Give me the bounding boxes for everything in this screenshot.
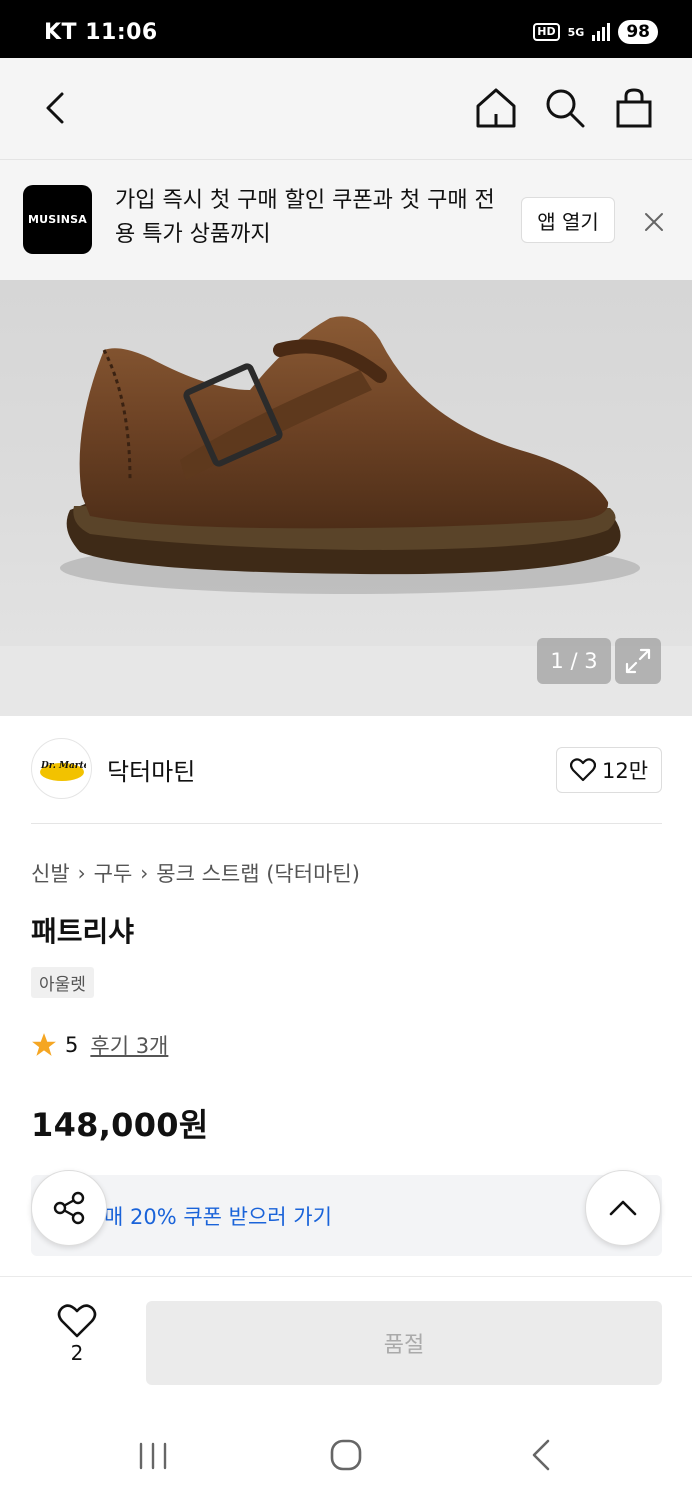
hd-voice-icon: HD: [533, 23, 560, 41]
wishlist-count: 2: [70, 1341, 84, 1365]
recent-apps-button[interactable]: [137, 1440, 169, 1472]
shoe-illustration: [60, 316, 640, 594]
rating-score: 5: [65, 1033, 79, 1057]
home-circle-icon: [330, 1439, 362, 1471]
divider: [31, 823, 662, 824]
breadcrumb-item[interactable]: 구두: [94, 858, 133, 888]
status-icons: HD 5G 98: [533, 20, 658, 44]
image-counter: 1 / 3: [537, 638, 611, 684]
breadcrumb: 신발 › 구두 › 몽크 스트랩 (닥터마틴): [31, 858, 360, 888]
expand-image-button[interactable]: [615, 638, 661, 684]
coupon-banner[interactable]: 매 20% 쿠폰 받으러 가기: [31, 1175, 662, 1256]
back-icon: [532, 1439, 550, 1471]
heart-icon: [569, 758, 596, 782]
brand-name[interactable]: 닥터마틴: [107, 752, 195, 787]
status-bar: KT 11:06 HD 5G 98: [0, 0, 692, 58]
product-price: 148,000원: [31, 1106, 209, 1144]
app-install-banner: MUSINSA 가입 즉시 첫 구매 할인 쿠폰과 첫 구매 전용 특가 상품까…: [0, 160, 692, 280]
banner-message: 가입 즉시 첫 구매 할인 쿠폰과 첫 구매 전용 특가 상품까지: [115, 188, 495, 247]
chevron-right-icon: ›: [140, 861, 149, 885]
product-image: [0, 280, 692, 646]
brand-row: Dr. Martens 닥터마틴 12만: [0, 716, 692, 824]
sold-out-button[interactable]: 품절: [146, 1301, 662, 1385]
breadcrumb-item[interactable]: 신발: [31, 858, 70, 888]
brand-logo[interactable]: Dr. Martens: [31, 738, 92, 799]
share-button[interactable]: [31, 1170, 107, 1246]
coupon-text: 매 20% 쿠폰 받으러 가기: [104, 1205, 332, 1229]
recent-apps-icon: [139, 1442, 167, 1470]
product-title: 패트리샤: [31, 915, 135, 948]
dr-martens-logo-icon: Dr. Martens: [39, 761, 86, 781]
carrier-time: KT 11:06: [44, 20, 158, 45]
brand-like-button[interactable]: 12만: [556, 747, 662, 793]
wishlist-button[interactable]: 2: [52, 1303, 102, 1377]
musinsa-logo: MUSINSA: [23, 185, 92, 254]
breadcrumb-item[interactable]: 몽크 스트랩 (닥터마틴): [156, 858, 360, 888]
scroll-top-button[interactable]: [585, 1170, 661, 1246]
home-button[interactable]: [474, 86, 518, 130]
signal-icon: [592, 23, 611, 41]
reviews-link[interactable]: 후기 3개: [90, 1030, 168, 1060]
network-5g-icon: 5G: [567, 25, 585, 39]
brand-like-count: 12만: [601, 759, 649, 783]
cart-button[interactable]: [612, 86, 656, 130]
open-app-button[interactable]: 앱 열기: [521, 197, 615, 243]
chevron-right-icon: ›: [77, 861, 86, 885]
star-icon: [32, 1033, 56, 1056]
home-icon: [476, 88, 516, 128]
back-button[interactable]: [36, 86, 76, 130]
expand-icon: [625, 648, 651, 674]
shopping-bag-icon: [616, 88, 652, 128]
product-gallery[interactable]: 1 / 3: [0, 280, 692, 716]
system-nav-bar: [0, 1408, 692, 1500]
purchase-bar: 2 품절: [0, 1276, 692, 1408]
battery-level: 98: [618, 20, 658, 44]
top-nav: [0, 58, 692, 160]
back-icon: [46, 92, 64, 124]
outlet-tag: 아울렛: [31, 967, 94, 998]
close-icon: [645, 213, 663, 231]
svg-text:Dr. Martens: Dr. Martens: [40, 761, 86, 771]
system-home-button[interactable]: [329, 1438, 363, 1472]
system-back-button[interactable]: [526, 1438, 554, 1472]
rating-row: 5 후기 3개: [31, 1030, 168, 1060]
heart-icon: [57, 1304, 97, 1338]
search-button[interactable]: [543, 86, 587, 130]
chevron-up-icon: [609, 1200, 637, 1216]
share-icon: [53, 1191, 85, 1225]
banner-close-button[interactable]: [640, 208, 668, 236]
search-icon: [546, 89, 585, 128]
